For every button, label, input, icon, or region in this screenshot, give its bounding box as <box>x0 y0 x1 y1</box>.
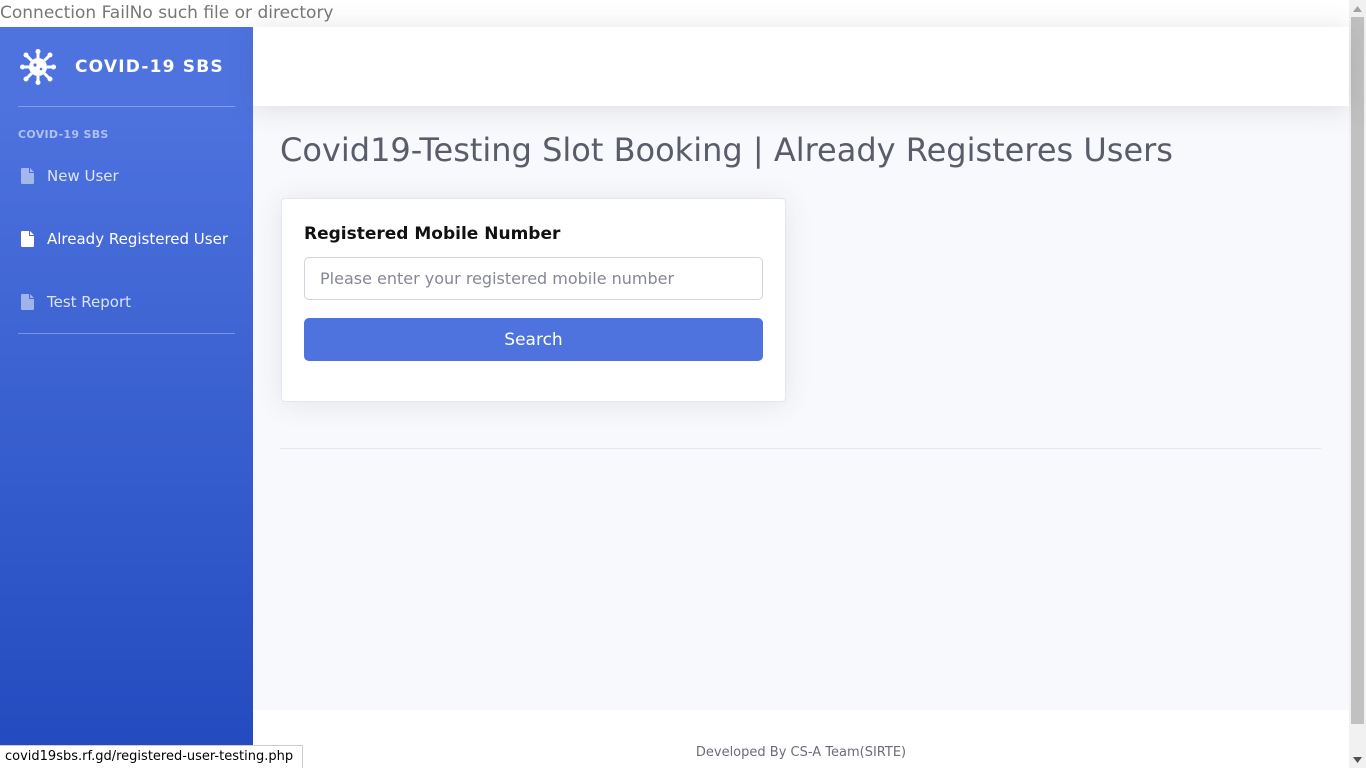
footer: Developed By CS-A Team(SIRTE) <box>253 710 1349 768</box>
file-icon <box>21 167 34 184</box>
search-card: Registered Mobile Number Search <box>281 198 786 402</box>
search-button[interactable]: Search <box>304 318 763 361</box>
vertical-scrollbar[interactable] <box>1349 0 1366 768</box>
content-divider <box>280 448 1321 449</box>
sidebar-item-label: Already Registered User <box>47 229 228 248</box>
scrollbar-thumb[interactable] <box>1351 17 1364 724</box>
connection-error-message: Connection FailNo such file or directory <box>0 0 1349 27</box>
topbar <box>253 27 1349 106</box>
file-icon <box>21 230 34 247</box>
footer-credit: Developed By CS-A Team(SIRTE) <box>695 745 907 760</box>
scroll-down-arrow-icon[interactable] <box>1349 751 1366 768</box>
sidebar-item-label: Test Report <box>47 292 132 311</box>
sidebar-divider <box>18 106 235 107</box>
scroll-up-arrow-icon[interactable] <box>1349 0 1366 17</box>
mobile-number-label: Registered Mobile Number <box>304 224 561 244</box>
file-icon <box>21 293 34 310</box>
virus-icon <box>19 48 57 86</box>
page-title: Covid19-Testing Slot Booking | Already R… <box>280 131 1173 169</box>
mobile-number-input[interactable] <box>304 257 763 300</box>
sidebar-item-new-user[interactable]: New User <box>0 144 253 207</box>
sidebar-divider <box>18 333 235 334</box>
main-content: Covid19-Testing Slot Booking | Already R… <box>253 106 1349 710</box>
brand-title: COVID-19 SBS <box>75 56 224 77</box>
sidebar-brand[interactable]: COVID-19 SBS <box>0 27 253 106</box>
sidebar-item-already-registered-user[interactable]: Already Registered User <box>0 207 253 270</box>
sidebar-item-label: New User <box>47 166 119 185</box>
sidebar-heading: COVID-19 SBS <box>18 128 109 141</box>
sidebar: COVID-19 SBS COVID-19 SBS New User Alrea… <box>0 27 253 768</box>
browser-status-url: covid19sbs.rf.gd/registered-user-testing… <box>0 745 304 768</box>
sidebar-item-test-report[interactable]: Test Report <box>0 270 253 333</box>
